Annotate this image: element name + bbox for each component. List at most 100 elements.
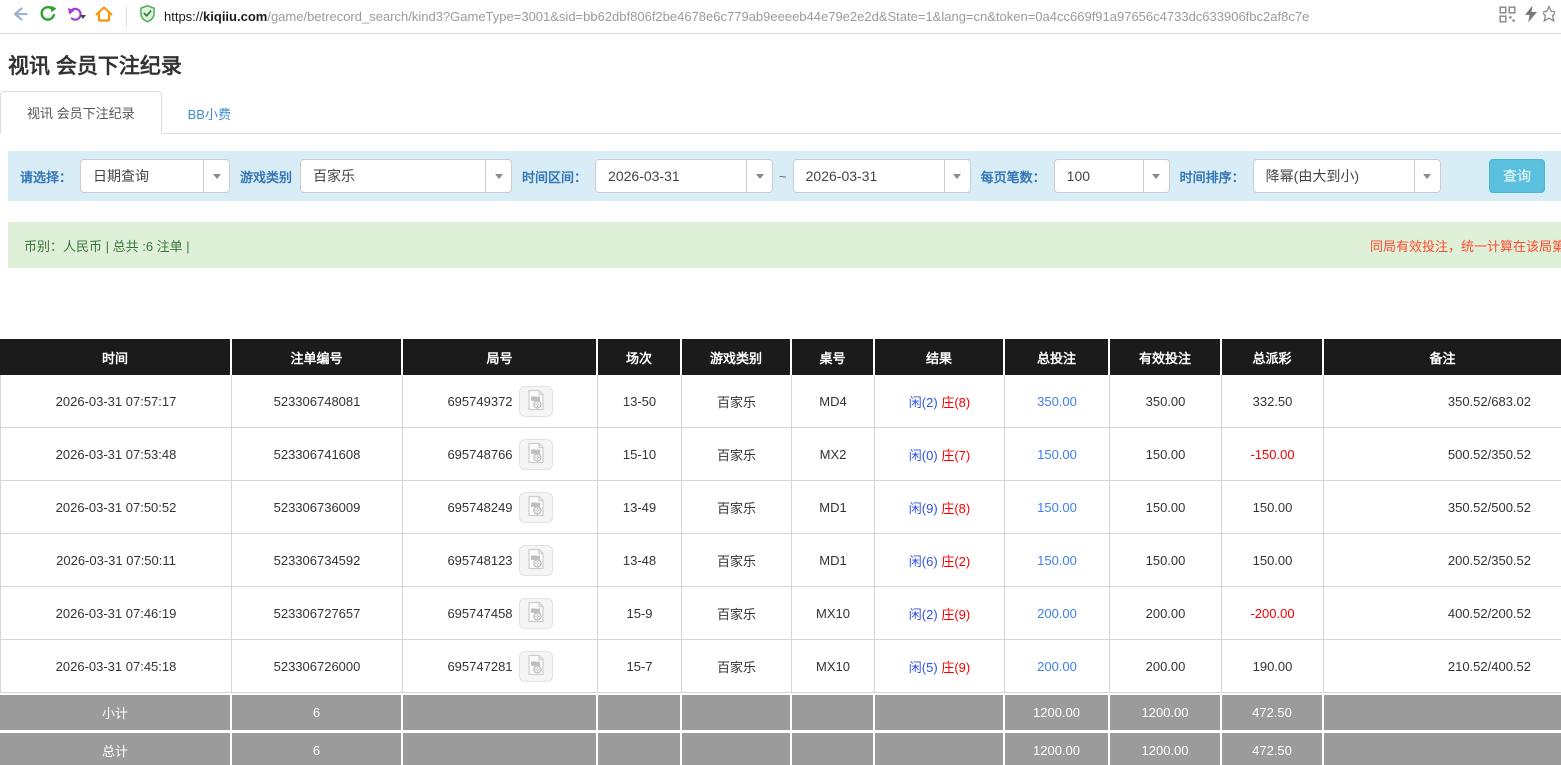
date-from-select[interactable]: 2026-03-31: [595, 159, 773, 193]
video-replay-button[interactable]: [519, 545, 553, 576]
url-text: https://kiqiiu.com/game/betrecord_search…: [164, 9, 1309, 24]
cell-valid-bet: 350.00: [1110, 375, 1222, 428]
summary-label: 小计: [0, 693, 232, 730]
round-id-text: 695747458: [447, 606, 512, 621]
video-replay-button[interactable]: [519, 598, 553, 629]
sort-order-select[interactable]: 降幂(由大到小): [1253, 159, 1441, 193]
summary-count: 6: [232, 730, 403, 765]
back-icon: [10, 4, 30, 29]
result-player: 闲(2): [909, 607, 938, 622]
video-replay-button[interactable]: [519, 651, 553, 682]
cell-session: 13-50: [598, 375, 682, 428]
table-row: 2026-03-31 07:46:19 523306727657 6957474…: [0, 587, 1561, 640]
back-button[interactable]: [6, 3, 34, 31]
cell-total-bet: 150.00: [1005, 481, 1110, 534]
result-player: 闲(2): [909, 395, 938, 410]
chevron-down-icon[interactable]: [944, 160, 970, 192]
video-file-icon: [526, 495, 546, 520]
home-button[interactable]: [90, 3, 118, 31]
col-header-bet-id: 注单编号: [232, 339, 403, 375]
video-replay-button[interactable]: [519, 386, 553, 417]
page-size-select[interactable]: 100: [1054, 159, 1170, 193]
toolbar-divider: [126, 7, 127, 27]
col-header-payout: 总派彩: [1222, 339, 1324, 375]
sort-order-label: 时间排序：: [1180, 167, 1245, 186]
cell-time: 2026-03-31 07:50:11: [0, 534, 232, 587]
cell-remark: 500.52/350.52: [1324, 428, 1561, 481]
cell-session: 15-10: [598, 428, 682, 481]
summary-count: 6: [232, 693, 403, 730]
star-button[interactable]: [1543, 3, 1555, 31]
cell-payout: 332.50: [1222, 375, 1324, 428]
chevron-down-icon[interactable]: [1414, 160, 1440, 192]
cell-session: 13-48: [598, 534, 682, 587]
tab-bb-tip[interactable]: BB小费: [162, 93, 257, 134]
result-player: 闲(6): [909, 554, 938, 569]
result-banker: 庄(8): [941, 395, 970, 410]
cell-payout: 150.00: [1222, 534, 1324, 587]
undo-button[interactable]: [62, 3, 90, 31]
chevron-down-icon[interactable]: [485, 160, 511, 192]
url-domain: kiqiiu.com: [203, 9, 267, 24]
qr-code-button[interactable]: [1495, 3, 1519, 31]
chevron-down-icon[interactable]: [1143, 160, 1169, 192]
cell-round-id: 695748123: [403, 534, 598, 587]
cell-payout: 190.00: [1222, 640, 1324, 693]
cell-table-no: MD4: [792, 375, 875, 428]
cell-bet-id: 523306736009: [232, 481, 403, 534]
cell-time: 2026-03-31 07:45:18: [0, 640, 232, 693]
cell-remark: 200.52/350.52: [1324, 534, 1561, 587]
page-size-label: 每页笔数：: [981, 167, 1046, 186]
summary-valid-bet: 1200.00: [1110, 730, 1222, 765]
game-type-select[interactable]: 百家乐: [300, 159, 512, 193]
result-banker: 庄(9): [941, 660, 970, 675]
time-range-label: 时间区间：: [522, 167, 587, 186]
cell-result: 闲(2) 庄(8): [875, 375, 1005, 428]
cell-payout: -150.00: [1222, 428, 1324, 481]
table-row: 2026-03-31 07:50:11 523306734592 6957481…: [0, 534, 1561, 587]
game-type-label: 游戏类别: [240, 167, 292, 186]
round-id-text: 695748123: [447, 553, 512, 568]
refresh-button[interactable]: [34, 3, 62, 31]
home-icon: [94, 4, 114, 29]
date-to-select[interactable]: 2026-03-31: [793, 159, 971, 193]
result-banker: 庄(9): [941, 607, 970, 622]
browser-toolbar: https://kiqiiu.com/game/betrecord_search…: [0, 0, 1561, 34]
cell-remark: 350.52/500.52: [1324, 481, 1561, 534]
cell-round-id: 695747458: [403, 587, 598, 640]
table-row: 2026-03-31 07:45:18 523306726000 6957472…: [0, 640, 1561, 693]
result-player: 闲(5): [909, 660, 938, 675]
round-id-text: 695748249: [447, 500, 512, 515]
url-bar[interactable]: https://kiqiiu.com/game/betrecord_search…: [135, 3, 1491, 31]
summary-total-bet: 1200.00: [1005, 730, 1110, 765]
chevron-down-icon[interactable]: [746, 160, 772, 192]
cell-game-type: 百家乐: [682, 428, 792, 481]
summary-payout: 472.50: [1222, 730, 1324, 765]
col-header-remark: 备注: [1324, 339, 1561, 375]
tab-bet-records[interactable]: 视讯 会员下注纪录: [0, 91, 162, 134]
search-button[interactable]: 查询: [1489, 159, 1545, 193]
date-from-value: 2026-03-31: [596, 168, 746, 184]
cell-valid-bet: 150.00: [1110, 481, 1222, 534]
cell-bet-id: 523306726000: [232, 640, 403, 693]
cell-valid-bet: 200.00: [1110, 587, 1222, 640]
cell-round-id: 695748766: [403, 428, 598, 481]
video-replay-button[interactable]: [519, 492, 553, 523]
col-header-table-no: 桌号: [792, 339, 875, 375]
video-replay-button[interactable]: [519, 439, 553, 470]
table-row: 2026-03-31 07:57:17 523306748081 6957493…: [0, 375, 1561, 428]
chevron-down-icon[interactable]: [203, 160, 229, 192]
table-footer: 小计 6 1200.00 1200.00 472.50 总计 6 1200.00…: [0, 693, 1561, 765]
query-type-select[interactable]: 日期查询: [80, 159, 230, 193]
lightning-button[interactable]: [1519, 3, 1543, 31]
table-row: 2026-03-31 07:50:52 523306736009 6957482…: [0, 481, 1561, 534]
round-id-text: 695749372: [447, 394, 512, 409]
cell-session: 15-9: [598, 587, 682, 640]
table-summary-row: 小计 6 1200.00 1200.00 472.50: [0, 693, 1561, 730]
toolbar-right-icons: [1495, 3, 1555, 31]
table-body: 2026-03-31 07:57:17 523306748081 6957493…: [0, 375, 1561, 693]
browser-window: https://kiqiiu.com/game/betrecord_search…: [0, 0, 1561, 765]
undo-dropdown-caret-icon: [80, 15, 86, 19]
sort-order-value: 降幂(由大到小): [1254, 166, 1414, 186]
filter-bar: 请选择： 日期查询 游戏类别 百家乐 时间区间： 2026-03-31 ~ 20…: [8, 151, 1561, 201]
